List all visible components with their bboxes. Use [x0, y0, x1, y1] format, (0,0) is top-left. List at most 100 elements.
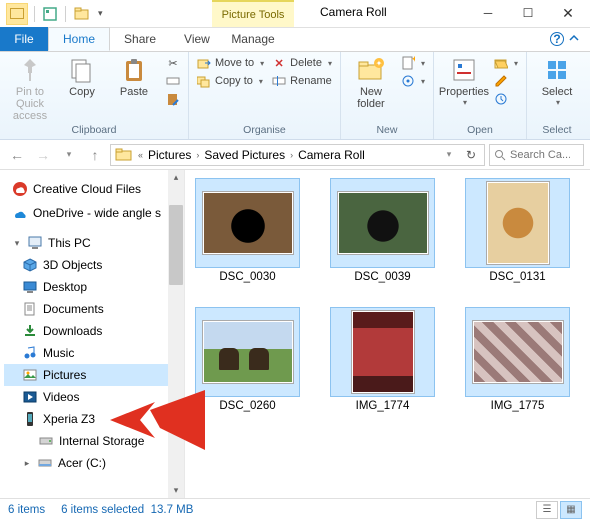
- pictures-icon: [22, 367, 38, 383]
- paste-shortcut-button[interactable]: [164, 91, 182, 107]
- thumbnail-image: [352, 311, 414, 393]
- manage-tab[interactable]: Manage: [212, 27, 294, 51]
- share-tab[interactable]: Share: [110, 27, 170, 51]
- tree-desktop[interactable]: Desktop: [4, 276, 184, 298]
- open-button[interactable]: ▾: [492, 55, 520, 71]
- paste-shortcut-icon: [166, 92, 180, 106]
- cut-button[interactable]: ✂: [164, 55, 182, 71]
- crumb-saved-pictures[interactable]: Saved Pictures: [202, 148, 287, 162]
- thumbnail-frame: [465, 307, 570, 397]
- breadcrumb-box[interactable]: « Pictures › Saved Pictures › Camera Rol…: [110, 144, 485, 166]
- delete-button[interactable]: ✕ Delete▾: [270, 55, 334, 71]
- history-button[interactable]: [492, 91, 520, 107]
- home-tab[interactable]: Home: [48, 27, 110, 51]
- expand-icon[interactable]: ▸: [22, 458, 32, 469]
- tree-label: Desktop: [43, 280, 87, 294]
- group-select-label: Select: [533, 123, 581, 137]
- group-new-label: New: [347, 123, 427, 137]
- thumbnail-image: [473, 321, 563, 383]
- thumbnail-frame: [195, 307, 300, 397]
- pin-label: Pin to Quick access: [6, 86, 54, 122]
- delete-icon: ✕: [272, 56, 286, 70]
- file-item[interactable]: DSC_0131: [465, 178, 570, 283]
- thumbnails-view-button[interactable]: ▦: [560, 501, 582, 519]
- tree-downloads[interactable]: Downloads: [4, 320, 184, 342]
- copy-path-icon: [166, 74, 180, 88]
- file-item[interactable]: IMG_1775: [465, 307, 570, 412]
- tree-label: Xperia Z3: [43, 412, 95, 426]
- refresh-button[interactable]: ↻: [460, 148, 482, 162]
- qat-dropdown-icon[interactable]: ▾: [98, 8, 108, 19]
- minimize-button[interactable]: ─: [468, 0, 508, 26]
- copy-to-button[interactable]: Copy to▾: [195, 73, 266, 89]
- tree-label: OneDrive - wide angle s: [33, 206, 161, 220]
- content-pane[interactable]: DSC_0030 DSC_0039 DSC_0131 DSC_0260 IMG_1774…: [185, 170, 590, 498]
- nav-scrollbar[interactable]: ▴ ▾: [168, 170, 184, 498]
- tree-onedrive[interactable]: OneDrive - wide angle s: [4, 202, 184, 224]
- file-name-label: DSC_0260: [219, 400, 275, 412]
- tree-xperia-z3[interactable]: Xperia Z3: [4, 408, 184, 430]
- svg-text:✦: ✦: [411, 56, 415, 64]
- maximize-button[interactable]: ☐: [508, 0, 548, 26]
- properties-label: Properties: [439, 86, 489, 98]
- file-item[interactable]: IMG_1774: [330, 307, 435, 412]
- system-menu-icon[interactable]: [6, 3, 28, 25]
- help-icon[interactable]: ?: [550, 32, 564, 46]
- move-to-button[interactable]: Move to▾: [195, 55, 266, 71]
- copy-path-button[interactable]: [164, 73, 182, 89]
- new-folder-button[interactable]: ✦ New folder: [347, 55, 395, 110]
- forward-button[interactable]: →: [32, 144, 54, 166]
- copy-button[interactable]: Copy: [58, 55, 106, 98]
- easy-access-button[interactable]: ▾: [399, 73, 427, 89]
- up-button[interactable]: ↑: [84, 144, 106, 166]
- edit-button[interactable]: [492, 73, 520, 89]
- chevron-right-icon[interactable]: ›: [193, 150, 202, 160]
- tree-label: Music: [43, 346, 74, 360]
- details-view-button[interactable]: ☰: [536, 501, 558, 519]
- rename-button[interactable]: Rename: [270, 73, 334, 89]
- search-icon: [494, 149, 506, 161]
- properties-button[interactable]: Properties ▾: [440, 55, 488, 107]
- tree-videos[interactable]: Videos: [4, 386, 184, 408]
- tree-acer-c[interactable]: ▸Acer (C:): [4, 452, 184, 474]
- search-box[interactable]: [489, 144, 584, 166]
- new-item-button[interactable]: ✦▾: [399, 55, 427, 71]
- collapse-ribbon-icon[interactable]: [568, 32, 582, 46]
- tree-this-pc[interactable]: ▾ This PC: [4, 232, 184, 254]
- chevron-right-icon[interactable]: ›: [287, 150, 296, 160]
- qat-newfolder-icon[interactable]: [74, 7, 90, 21]
- crumb-pictures[interactable]: Pictures: [146, 148, 193, 162]
- tree-music[interactable]: Music: [4, 342, 184, 364]
- videos-icon: [22, 389, 38, 405]
- address-dropdown-icon[interactable]: ▾: [438, 144, 460, 166]
- group-clipboard: Pin to Quick access Copy Paste ✂ Clipboa…: [0, 52, 189, 139]
- back-button[interactable]: ←: [6, 144, 28, 166]
- file-tab[interactable]: File: [0, 27, 48, 51]
- scroll-up-icon[interactable]: ▴: [174, 170, 179, 185]
- file-item[interactable]: DSC_0039: [330, 178, 435, 283]
- qat-properties-icon[interactable]: [43, 7, 57, 21]
- select-button[interactable]: Select ▾: [533, 55, 581, 107]
- tree-pictures[interactable]: Pictures: [4, 364, 184, 386]
- tree-creative-cloud[interactable]: Creative Cloud Files: [4, 178, 184, 200]
- paste-button[interactable]: Paste: [110, 55, 158, 98]
- expand-icon[interactable]: ▾: [12, 238, 22, 249]
- recent-locations-button[interactable]: ▾: [58, 144, 80, 166]
- tree-label: 3D Objects: [43, 258, 102, 272]
- scroll-down-icon[interactable]: ▾: [174, 483, 179, 498]
- tree-documents[interactable]: Documents: [4, 298, 184, 320]
- file-item[interactable]: DSC_0260: [195, 307, 300, 412]
- scroll-thumb[interactable]: [169, 205, 183, 285]
- status-item-count: 6 items: [8, 504, 45, 516]
- tree-label: Documents: [43, 302, 104, 316]
- chevron-right-icon[interactable]: «: [135, 150, 146, 160]
- downloads-icon: [22, 323, 38, 339]
- pin-to-quick-access-button[interactable]: Pin to Quick access: [6, 55, 54, 122]
- tree-internal-storage[interactable]: Internal Storage: [4, 430, 184, 452]
- edit-icon: [494, 74, 508, 88]
- crumb-camera-roll[interactable]: Camera Roll: [296, 148, 367, 162]
- file-item[interactable]: DSC_0030: [195, 178, 300, 283]
- tree-3d-objects[interactable]: 3D Objects: [4, 254, 184, 276]
- close-button[interactable]: ✕: [548, 0, 588, 26]
- search-input[interactable]: [510, 149, 570, 161]
